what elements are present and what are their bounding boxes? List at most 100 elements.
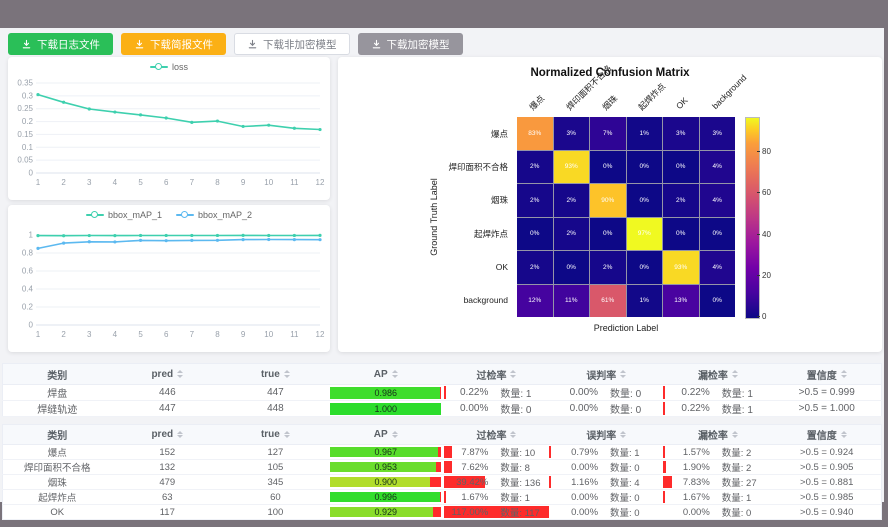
column-header-过检率[interactable]: 过检率 xyxy=(444,364,549,385)
miss-rate-cell: 7.83%数量: 27 xyxy=(663,475,772,490)
sort-carets-icon[interactable] xyxy=(284,367,290,381)
sort-carets-icon[interactable] xyxy=(841,428,847,442)
matrix-cell: 0% xyxy=(627,151,663,184)
ap-value: 0.986 xyxy=(330,387,441,399)
svg-text:6: 6 xyxy=(164,330,169,339)
download-plain-model-button[interactable]: 下载非加密模型 xyxy=(234,33,350,55)
legend-item-bbox_mAP_1[interactable]: bbox_mAP_1 xyxy=(86,210,162,220)
matrix-cell: 0% xyxy=(700,218,736,251)
ap-value: 0.996 xyxy=(330,492,441,503)
rate-value: 0.22% xyxy=(664,403,710,414)
rate-count: 数量: 2 xyxy=(710,445,772,459)
over-rate-cell: 0.22%数量: 1 xyxy=(444,385,549,401)
confusion-matrix-grid: 83%3%7%1%3%3%2%93%0%0%0%4%2%2%90%0%2%4%0… xyxy=(517,117,735,317)
download-report-label: 下载简报文件 xyxy=(150,37,213,52)
sort-carets-icon[interactable] xyxy=(284,428,290,442)
map-chart-legend: bbox_mAP_1 bbox_mAP_2 xyxy=(8,210,330,220)
ap-value: 0.953 xyxy=(330,462,441,473)
download-log-label: 下载日志文件 xyxy=(37,37,100,52)
matrix-cell: 2% xyxy=(663,184,699,217)
column-header-true[interactable]: true xyxy=(223,364,328,385)
matrix-cell: 0% xyxy=(627,251,663,284)
rate-value: 0.00% xyxy=(550,462,598,473)
svg-text:7: 7 xyxy=(190,330,195,339)
sort-carets-icon[interactable] xyxy=(177,428,183,442)
legend-marker-icon xyxy=(176,212,194,219)
rate-value: 1.16% xyxy=(550,477,598,488)
svg-text:0.2: 0.2 xyxy=(22,303,34,312)
misjudge-rate-cell: 0.00%数量: 0 xyxy=(549,460,663,475)
table-row: 焊盘4464470.9860.22%数量: 10.00%数量: 00.22%数量… xyxy=(3,385,882,401)
sort-carets-icon[interactable] xyxy=(732,367,738,381)
download-encrypted-model-button[interactable]: 下载加密模型 xyxy=(358,33,463,55)
ap-cell: 1.000 xyxy=(328,401,444,417)
sort-carets-icon[interactable] xyxy=(392,367,398,381)
download-report-button[interactable]: 下载简报文件 xyxy=(121,33,226,55)
rate-value: 0.00% xyxy=(550,403,598,414)
rate-count: 数量: 1 xyxy=(488,385,549,400)
confusion-matrix-card: Normalized Confusion Matrix Ground Truth… xyxy=(338,57,882,352)
column-header-置信度[interactable]: 置信度 xyxy=(772,425,881,445)
misjudge-rate-cell: 0.00%数量: 0 xyxy=(549,505,663,520)
confidence-cell: >0.5 = 0.940 xyxy=(772,505,881,520)
count-cell: 479 xyxy=(111,475,223,490)
confidence-cell: >0.5 = 0.924 xyxy=(772,445,881,460)
sort-carets-icon[interactable] xyxy=(510,367,516,381)
column-header-AP[interactable]: AP xyxy=(328,364,444,385)
count-cell: 447 xyxy=(111,401,223,417)
rate-value: 0.00% xyxy=(550,507,598,518)
svg-text:5: 5 xyxy=(138,178,143,187)
class-name-cell: 焊缝轨迹 xyxy=(3,401,112,417)
matrix-cell: 90% xyxy=(590,184,626,217)
column-header-误判率[interactable]: 误判率 xyxy=(549,364,663,385)
rate-count: 数量: 4 xyxy=(598,475,663,489)
column-header-true[interactable]: true xyxy=(223,425,328,445)
legend-item-loss[interactable]: loss xyxy=(150,62,188,72)
rate-count: 数量: 1 xyxy=(710,490,772,504)
class-name-cell: 爆点 xyxy=(3,445,112,460)
matrix-cell: 93% xyxy=(554,151,590,184)
svg-text:3: 3 xyxy=(87,330,92,339)
rate-value: 0.00% xyxy=(444,403,488,414)
count-cell: 446 xyxy=(111,385,223,401)
svg-text:1: 1 xyxy=(36,178,41,187)
sort-carets-icon[interactable] xyxy=(620,367,626,381)
column-header-pred[interactable]: pred xyxy=(111,425,223,445)
sort-carets-icon[interactable] xyxy=(177,367,183,381)
column-header-AP[interactable]: AP xyxy=(328,425,444,445)
count-cell: 132 xyxy=(111,460,223,475)
rate-value: 117.00% xyxy=(444,507,488,518)
sort-carets-icon[interactable] xyxy=(841,367,847,381)
rate-count: 数量: 1 xyxy=(710,385,772,400)
column-header-pred[interactable]: pred xyxy=(111,364,223,385)
misjudge-rate-cell: 0.00%数量: 0 xyxy=(549,385,663,401)
legend-item-bbox_mAP_2[interactable]: bbox_mAP_2 xyxy=(176,210,252,220)
column-header-置信度[interactable]: 置信度 xyxy=(772,364,881,385)
miss-rate-cell: 1.67%数量: 1 xyxy=(663,490,772,505)
svg-text:0.2: 0.2 xyxy=(22,117,34,126)
svg-text:0.1: 0.1 xyxy=(22,143,34,152)
column-header-漏检率[interactable]: 漏检率 xyxy=(663,364,772,385)
svg-text:5: 5 xyxy=(138,330,143,339)
column-header-误判率[interactable]: 误判率 xyxy=(549,425,663,445)
sort-carets-icon[interactable] xyxy=(732,428,738,442)
download-log-button[interactable]: 下载日志文件 xyxy=(8,33,113,55)
column-header-漏检率[interactable]: 漏检率 xyxy=(663,425,772,445)
sort-carets-icon[interactable] xyxy=(620,428,626,442)
table-row: OK1171000.929117.00%数量: 1170.00%数量: 00.0… xyxy=(3,505,882,520)
sort-carets-icon[interactable] xyxy=(392,428,398,442)
rate-value: 39.42% xyxy=(444,477,488,488)
colorbar-tick: 40 xyxy=(762,230,771,239)
over-rate-cell: 0.00%数量: 0 xyxy=(444,401,549,417)
matrix-cell: 4% xyxy=(700,251,736,284)
svg-text:4: 4 xyxy=(113,330,118,339)
svg-text:9: 9 xyxy=(241,330,246,339)
column-header-过检率[interactable]: 过检率 xyxy=(444,425,549,445)
colorbar-tick: 20 xyxy=(762,271,771,280)
svg-text:10: 10 xyxy=(264,178,273,187)
matrix-cell: 12% xyxy=(517,285,553,318)
matrix-cell: 3% xyxy=(700,117,736,150)
miss-rate-cell: 1.90%数量: 2 xyxy=(663,460,772,475)
sort-carets-icon[interactable] xyxy=(510,428,516,442)
download-plain-model-label: 下载非加密模型 xyxy=(263,37,337,52)
